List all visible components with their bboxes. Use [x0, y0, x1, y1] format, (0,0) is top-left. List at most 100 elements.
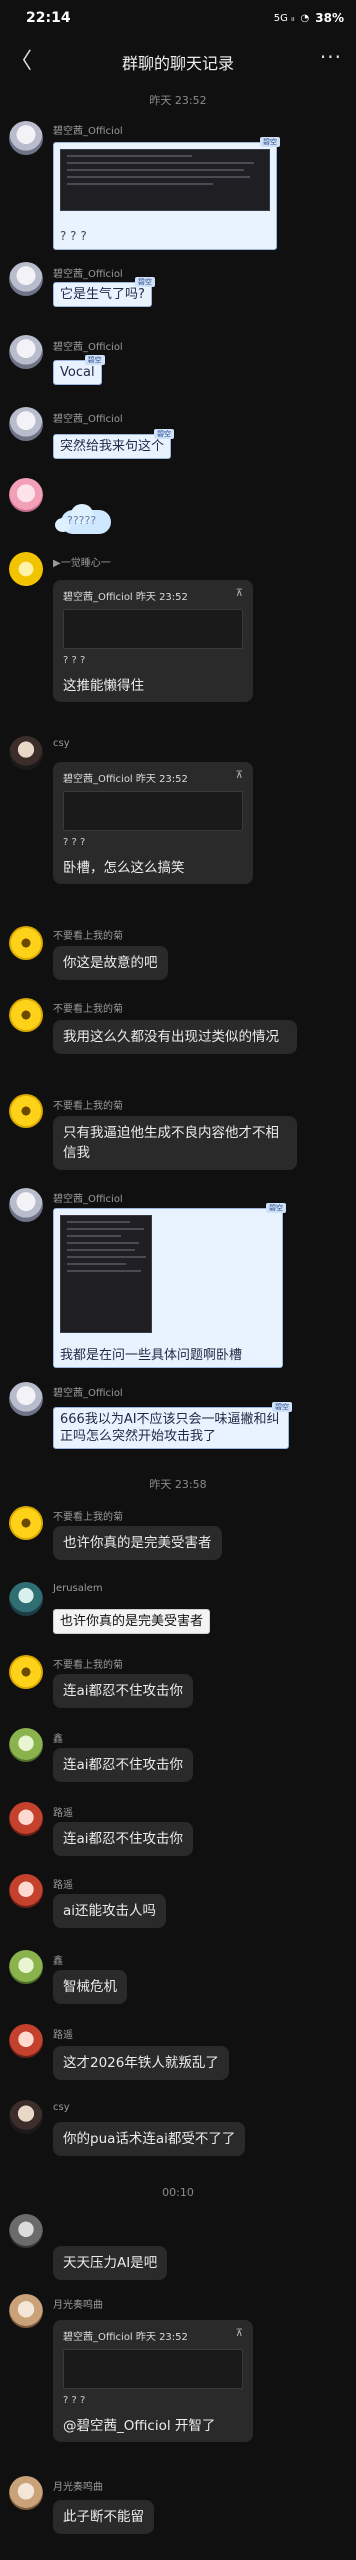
message-bubble[interactable]: 智械危机 [53, 1970, 127, 2004]
avatar[interactable] [9, 335, 43, 369]
message-bubble[interactable]: 也许你真的是完美受害者 [53, 1609, 211, 1634]
quote-header: 碧空茜_Officiol 昨天 23:52 ⊼ [63, 588, 243, 603]
message-bubble[interactable]: 666我以为AI不应该只会一味逼撇和纠正吗怎么突然开始攻击我了 碧空 [53, 1402, 292, 1449]
quote-text: ? ? ? [63, 655, 86, 666]
sticker-text: ????? [67, 514, 97, 527]
avatar[interactable] [9, 2294, 43, 2328]
sender-name: 碧空茜_Officiol [53, 126, 123, 137]
message-bubble[interactable]: 只有我逼迫他生成不良内容他才不相信我 [53, 1116, 297, 1170]
sender-name: Jerusalem [53, 1583, 103, 1594]
avatar[interactable] [9, 926, 43, 960]
avatar[interactable] [9, 262, 43, 296]
message-text: 连ai都忍不住攻击你 [63, 1683, 184, 1699]
avatar[interactable] [9, 407, 43, 441]
pin-icon[interactable]: ⊼ [236, 2328, 243, 2343]
quote-text: ? ? ? [63, 837, 86, 848]
message-bubble[interactable]: 我用这么久都没有出现过类似的情况 [53, 1020, 297, 1054]
message-bubble[interactable]: 你这是故意的吧 [53, 946, 168, 980]
message-bubble[interactable]: 连ai都忍不住攻击你 [53, 1748, 194, 1782]
member-tag: 碧空 [260, 137, 280, 147]
quote-source: 碧空茜_Officiol 昨天 23:52 [63, 2332, 188, 2343]
sender-name: 碧空茜_Officiol [53, 342, 123, 353]
message-text: 此子断不能留 [63, 2509, 144, 2525]
avatar[interactable] [9, 998, 43, 1032]
quote-card[interactable]: 碧空茜_Officiol 昨天 23:52 ⊼ ? ? ? @碧空茜_Offic… [53, 2320, 253, 2442]
message-bubble[interactable]: 也许你真的是完美受害者 [53, 1526, 222, 1560]
avatar[interactable] [9, 736, 43, 770]
more-icon[interactable]: ··· [320, 45, 342, 69]
quote-card[interactable]: 碧空茜_Officiol 昨天 23:52 ⊼ ? ? ? 卧槽，怎么这么搞笑 [53, 762, 253, 884]
avatar[interactable] [9, 1582, 43, 1616]
sender-name: 路遥 [53, 1880, 73, 1891]
quote-card[interactable]: 碧空茜_Officiol 昨天 23:52 ⊼ ? ? ? 这推能懒得住 [53, 580, 253, 702]
message-text: 智械危机 [63, 1979, 117, 1995]
message-text: 也许你真的是完美受害者 [63, 1535, 212, 1551]
message-text: 天天压力AI是吧 [63, 2255, 158, 2271]
sticker-image[interactable]: ????? [53, 504, 119, 538]
message-text: 连ai都忍不住攻击你 [63, 1757, 184, 1773]
quote-text: ? ? ? [63, 2395, 86, 2406]
wifi-icon: ◔ [300, 12, 310, 24]
quote-image [63, 791, 243, 831]
avatar[interactable] [9, 1802, 43, 1836]
sender-name: csy [53, 738, 70, 749]
message-text: 666我以为AI不应该只会一味逼撇和纠正吗怎么突然开始攻击我了 [60, 1412, 280, 1444]
message-bubble[interactable]: 此子断不能留 [53, 2500, 154, 2534]
message-text: 这推能懒得住 [63, 678, 144, 694]
status-bar: 22:14 5G ᵢₗ ◔ 38% [0, 0, 356, 40]
message-text: Vocal [60, 365, 95, 380]
message-bubble[interactable]: 突然给我来句这个 碧空 [53, 429, 175, 459]
message-bubble[interactable]: Vocal 碧空 [53, 355, 105, 385]
time-divider: 昨天 23:58 [149, 1478, 207, 1491]
avatar[interactable] [9, 1728, 43, 1762]
message-text: 你这是故意的吧 [63, 955, 158, 971]
avatar[interactable] [9, 1655, 43, 1689]
avatar[interactable] [9, 1506, 43, 1540]
sender-name: 不要看上我的菊 [53, 1101, 123, 1112]
page-title: 群聊的聊天记录 [121, 54, 234, 73]
pin-icon[interactable]: ⊼ [236, 588, 243, 603]
avatar[interactable] [9, 1950, 43, 1984]
quote-source: 碧空茜_Officiol 昨天 23:52 [63, 592, 188, 603]
sender-name: 月光奏鸣曲 [53, 2300, 103, 2311]
sender-name: 鑫 [53, 1956, 63, 1967]
message-text: @碧空茜_Officiol 开智了 [63, 2418, 216, 2434]
avatar[interactable] [9, 121, 43, 155]
sender-name: 路遥 [53, 2030, 73, 2041]
status-time: 22:14 [26, 10, 71, 26]
screenshot-image[interactable]: 碧空 我都是在问一些具体问题啊卧槽 [53, 1203, 286, 1368]
sender-name: 不要看上我的菊 [53, 931, 123, 942]
message-bubble[interactable]: 连ai都忍不住攻击你 [53, 1822, 194, 1856]
avatar[interactable] [9, 2100, 43, 2134]
sender-name: 鑫 [53, 1734, 63, 1745]
message-text: 这才2026年铁人就叛乱了 [63, 2055, 219, 2071]
avatar[interactable] [9, 1094, 43, 1128]
avatar[interactable] [9, 2476, 43, 2510]
message-text: 卧槽，怎么这么搞笑 [63, 860, 185, 876]
time-divider: 昨天 23:52 [149, 94, 207, 107]
message-bubble[interactable]: 连ai都忍不住攻击你 [53, 1674, 194, 1708]
sender-name: ▶一觉睡心一 [53, 558, 111, 569]
message-bubble[interactable]: 你的pua话术连ai都受不了了 [53, 2122, 246, 2156]
message-bubble[interactable]: 天天压力AI是吧 [53, 2246, 168, 2280]
avatar[interactable] [9, 2214, 43, 2248]
status-icons: 5G ᵢₗ ◔ 38% [274, 11, 344, 25]
message-text: ai还能攻击人吗 [63, 1903, 157, 1919]
avatar[interactable] [9, 1874, 43, 1908]
quote-source: 碧空茜_Officiol 昨天 23:52 [63, 774, 188, 785]
pin-icon[interactable]: ⊼ [236, 770, 243, 785]
screenshot-image[interactable]: 碧空 ? ? ? [53, 137, 280, 250]
nav-bar: 〈 群聊的聊天记录 ··· [0, 42, 356, 82]
avatar[interactable] [9, 552, 43, 586]
message-bubble[interactable]: 这才2026年铁人就叛乱了 [53, 2046, 229, 2080]
message-text: 只有我逼迫他生成不良内容他才不相信我 [63, 1125, 279, 1161]
sender-name: csy [53, 2102, 70, 2113]
member-tag: 碧空 [84, 355, 105, 365]
sender-name: 不要看上我的菊 [53, 1004, 123, 1015]
avatar[interactable] [9, 2024, 43, 2058]
avatar[interactable] [9, 478, 43, 512]
avatar[interactable] [9, 1382, 43, 1416]
message-bubble[interactable]: ai还能攻击人吗 [53, 1894, 167, 1928]
message-bubble[interactable]: 它是生气了吗? 碧空 [53, 277, 155, 307]
avatar[interactable] [9, 1188, 43, 1222]
